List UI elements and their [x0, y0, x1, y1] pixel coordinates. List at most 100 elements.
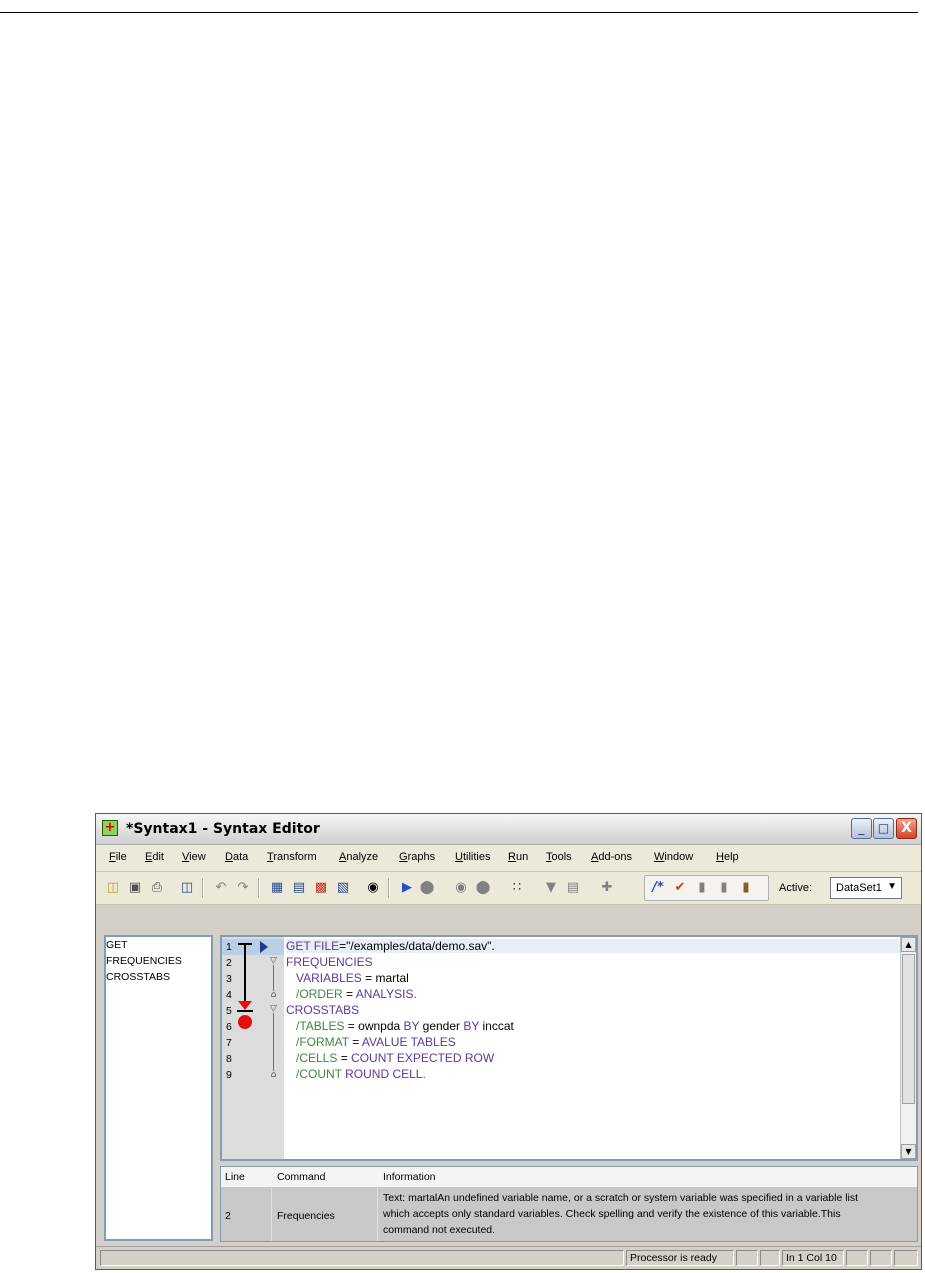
toolbar-group: /* ✔ ▮ ▮ ▮ — [644, 875, 769, 901]
nav-item-get[interactable]: GET — [106, 939, 128, 951]
fold-open-icon[interactable]: ▽ — [269, 1005, 278, 1014]
nav-item-crosstabs[interactable]: CROSSTABS — [106, 971, 170, 983]
status-cell-empty — [100, 1250, 624, 1266]
maximize-button[interactable]: □ — [873, 818, 894, 839]
line-gutter[interactable]: 1 2 3 4 5 6 7 8 9 ▽ ⌂ ▽ ⌂ — [222, 937, 284, 1159]
nav-item-frequencies[interactable]: FREQUENCIES — [106, 955, 182, 967]
chevron-down-icon: ▼ — [887, 881, 897, 892]
menu-analyze[interactable]: Analyze — [339, 851, 378, 863]
table-row[interactable]: 2 Frequencies Text: martalAn undefined v… — [221, 1188, 917, 1241]
breakpoint-icon[interactable]: ◉ — [452, 880, 470, 896]
goto-variable-icon[interactable]: ▤ — [290, 880, 308, 896]
menu-data[interactable]: Data — [225, 851, 248, 863]
comment-icon[interactable]: ∷ — [508, 880, 526, 896]
code-line-7[interactable]: /FORMAT = AVALUE TABLES — [296, 1035, 456, 1049]
save-icon[interactable]: ▣ — [126, 880, 144, 896]
menu-tools[interactable]: Tools — [546, 851, 572, 863]
fold-close-icon[interactable]: ⌂ — [269, 1071, 278, 1080]
code-token: gender — [419, 1019, 464, 1033]
code-token: inccat — [479, 1019, 514, 1033]
line-number: 8 — [226, 1053, 232, 1065]
processor-status: Processor is ready — [626, 1250, 734, 1266]
line-number: 3 — [226, 973, 232, 985]
menu-run[interactable]: Run — [508, 851, 528, 863]
code-token: GET FILE — [286, 939, 340, 953]
scroll-down-icon[interactable]: ▼ — [901, 1144, 916, 1159]
code-line-8[interactable]: /CELLS = COUNT EXPECTED ROW — [296, 1051, 494, 1065]
close-button[interactable]: X — [896, 818, 917, 839]
code-token: /FORMAT — [296, 1035, 349, 1049]
menu-edit[interactable]: Edit — [145, 851, 164, 863]
code-token: /COUNT — [296, 1067, 342, 1081]
column-header-command[interactable]: Command — [277, 1171, 325, 1183]
insert-icon[interactable]: ▩ — [312, 880, 330, 896]
menu-transform[interactable]: Transform — [267, 851, 317, 863]
filter-icon[interactable]: ▼ — [542, 880, 560, 896]
code-token: CROSSTABS — [286, 1003, 360, 1017]
bookmark-clear-icon[interactable]: ▮ — [737, 880, 755, 896]
code-token: FREQUENCIES — [286, 955, 373, 969]
code-line-5[interactable]: CROSSTABS — [286, 1003, 359, 1017]
code-token: = — [337, 1051, 352, 1065]
code-line-3[interactable]: VARIABLES = martal — [296, 971, 409, 985]
code-token: BY — [463, 1019, 480, 1033]
fold-close-icon[interactable]: ⌂ — [269, 991, 278, 1000]
spell-check-icon[interactable]: ✔ — [671, 880, 689, 896]
dialog-recall-icon[interactable]: ◫ — [178, 880, 196, 896]
column-header-line[interactable]: Line — [225, 1171, 245, 1183]
run-end-marker — [237, 1010, 253, 1012]
error-info-line-3: command not executed. — [383, 1224, 496, 1236]
status-cell-empty — [760, 1250, 780, 1266]
code-line-6[interactable]: /TABLES = ownpda BY gender BY inccat — [296, 1019, 514, 1033]
toolbar-separator — [258, 878, 260, 898]
minimize-button[interactable]: _ — [851, 818, 872, 839]
menu-utilities[interactable]: Utilities — [455, 851, 490, 863]
column-header-information[interactable]: Information — [383, 1171, 436, 1183]
active-dataset-label: Active: — [779, 882, 813, 894]
menu-file[interactable]: File — [109, 851, 127, 863]
title-bar[interactable]: + *Syntax1 - Syntax Editor _ □ X — [96, 814, 921, 845]
fold-open-icon[interactable]: ▽ — [269, 957, 278, 966]
menu-view[interactable]: View — [182, 851, 206, 863]
code-line-1[interactable]: GET FILE="/examples/data/demo.sav". — [286, 939, 902, 953]
code-line-2[interactable]: FREQUENCIES — [286, 955, 373, 969]
status-cell-empty — [846, 1250, 868, 1266]
run-span-line — [244, 945, 246, 1001]
variables-icon[interactable]: ▧ — [334, 880, 352, 896]
code-line-9[interactable]: /COUNT ROUND CELL. — [296, 1067, 426, 1081]
menu-add-ons[interactable]: Add-ons — [591, 851, 632, 863]
code-line-4[interactable]: /ORDER = ANALYSIS. — [296, 987, 417, 1001]
stop-icon[interactable]: ⬤ — [418, 880, 436, 896]
column-divider — [377, 1188, 378, 1241]
menu-window[interactable]: Window — [654, 851, 693, 863]
syntax-editor[interactable]: 1 2 3 4 5 6 7 8 9 ▽ ⌂ ▽ ⌂ GET FILE="/exa… — [220, 935, 918, 1161]
active-dataset-select[interactable]: DataSet1 ▼ — [830, 877, 902, 899]
export-icon[interactable]: ▤ — [564, 880, 582, 896]
error-table-header: Line Command Information — [221, 1167, 917, 1188]
find-icon[interactable]: ◉ — [364, 880, 382, 896]
app-icon[interactable]: + — [102, 820, 118, 836]
run-icon[interactable]: ▶ — [398, 880, 416, 896]
scroll-up-icon[interactable]: ▲ — [901, 937, 916, 952]
goto-case-icon[interactable]: ▦ — [268, 880, 286, 896]
add-icon[interactable]: ✚ — [598, 880, 616, 896]
scrollbar-thumb[interactable] — [902, 954, 915, 1104]
code-token: = — [342, 987, 356, 1001]
column-divider — [271, 1188, 272, 1241]
undo-icon[interactable]: ↶ — [212, 880, 230, 896]
open-icon[interactable]: ◫ — [104, 880, 122, 896]
navigation-pane: GET FREQUENCIES CROSSTABS — [104, 935, 213, 1241]
bookmark-next-icon[interactable]: ▮ — [715, 880, 733, 896]
print-icon[interactable]: ⎙ — [148, 880, 166, 896]
line-number: 6 — [226, 1021, 232, 1033]
editor-vertical-scrollbar[interactable]: ▲ ▼ — [900, 937, 916, 1159]
menu-bar: File Edit View Data Transform Analyze Gr… — [96, 845, 921, 872]
redo-icon[interactable]: ↷ — [234, 880, 252, 896]
menu-help[interactable]: Help — [716, 851, 739, 863]
breakpoint-icon[interactable] — [238, 1015, 252, 1029]
menu-graphs[interactable]: Graphs — [399, 851, 435, 863]
bookmark-icon[interactable]: ⬤ — [474, 880, 492, 896]
active-dataset-value: DataSet1 — [836, 882, 882, 894]
bookmark-prev-icon[interactable]: ▮ — [693, 880, 711, 896]
comment-toggle-icon[interactable]: /* — [649, 880, 667, 896]
